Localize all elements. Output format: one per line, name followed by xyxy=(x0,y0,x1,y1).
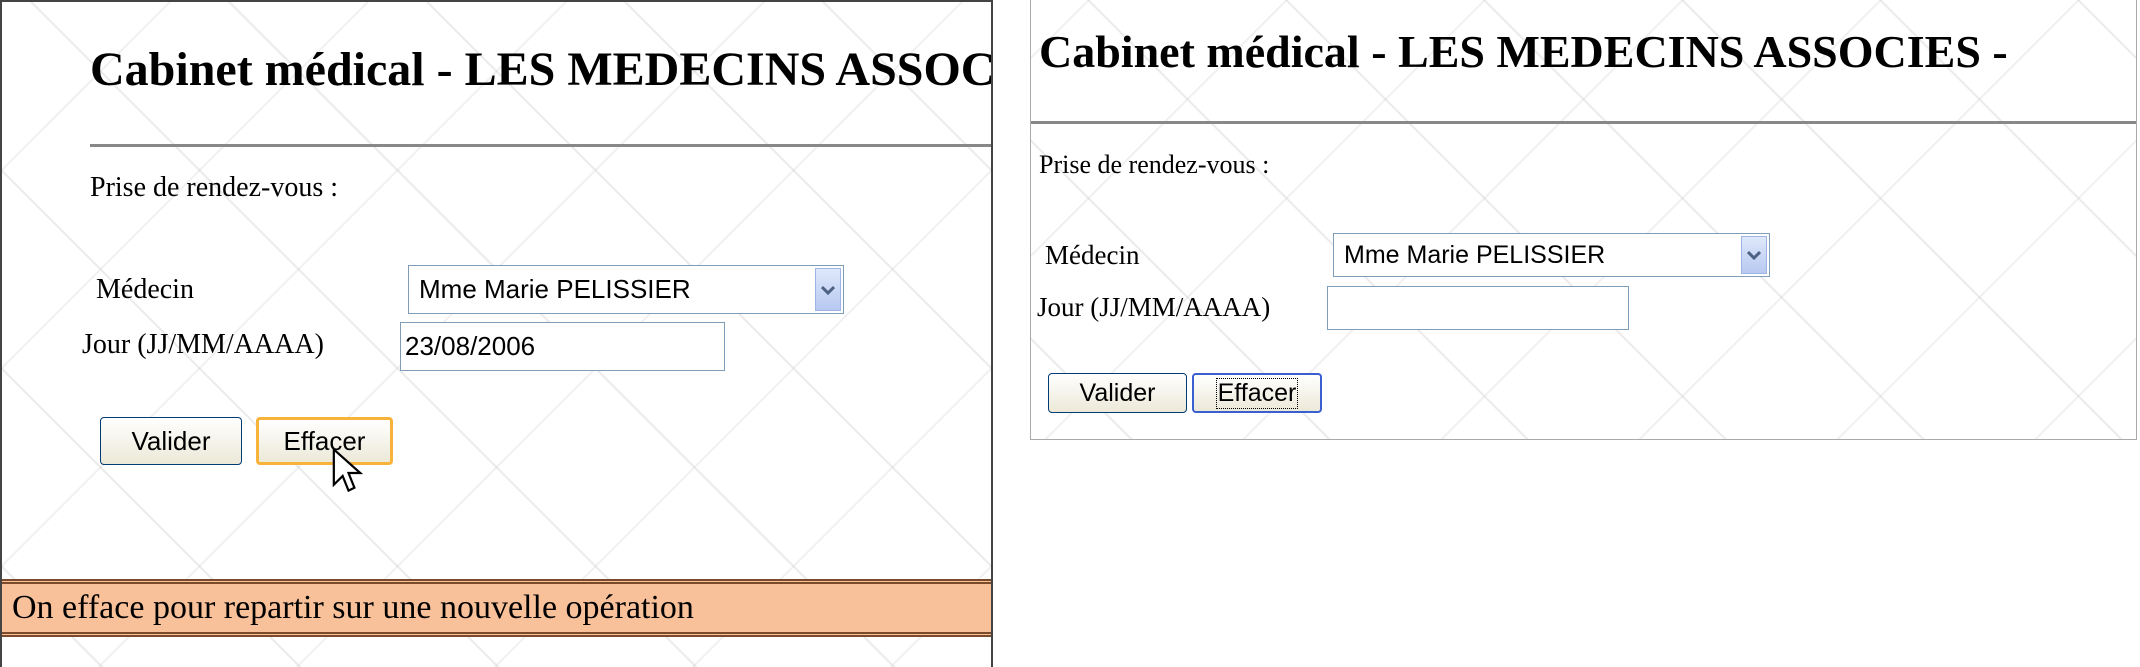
valider-button-label: Valider xyxy=(131,425,211,456)
medecin-select-value: Mme Marie PELISSIER xyxy=(1344,240,1606,269)
caption-bar: On efface pour repartir sur une nouvelle… xyxy=(2,579,991,637)
jour-label: Jour (JJ/MM/AAAA) xyxy=(82,329,324,360)
title-divider xyxy=(90,144,991,147)
right-screenshot-panel: Cabinet médical - LES MEDECINS ASSOCIES … xyxy=(1030,0,2137,440)
section-label: Prise de rendez-vous : xyxy=(90,172,339,203)
jour-input[interactable]: 23/08/2006 xyxy=(400,322,725,371)
mouse-pointer-icon xyxy=(332,448,364,493)
effacer-button[interactable]: Effacer xyxy=(256,417,393,465)
page-title: Cabinet médical - LES MEDECINS ASSOCIES … xyxy=(90,43,993,96)
medecin-select[interactable]: Mme Marie PELISSIER xyxy=(1333,233,1770,277)
chevron-down-icon[interactable] xyxy=(1741,236,1767,274)
caption-text: On efface pour repartir sur une nouvelle… xyxy=(12,589,694,626)
valider-button[interactable]: Valider xyxy=(1048,373,1187,413)
medecin-label: Médecin xyxy=(1045,240,1140,270)
title-divider xyxy=(1031,121,2136,124)
jour-input[interactable] xyxy=(1327,286,1629,330)
section-label: Prise de rendez-vous : xyxy=(1039,150,1270,179)
effacer-button-label: Effacer xyxy=(1215,377,1299,409)
effacer-button[interactable]: Effacer xyxy=(1192,373,1322,413)
valider-button-label: Valider xyxy=(1079,378,1156,407)
jour-label: Jour (JJ/MM/AAAA) xyxy=(1037,292,1271,322)
medecin-select[interactable]: Mme Marie PELISSIER xyxy=(408,265,844,314)
chevron-down-icon[interactable] xyxy=(815,268,841,311)
left-screenshot-panel: Cabinet médical - LES MEDECINS ASSOCIES … xyxy=(0,0,993,667)
page-title: Cabinet médical - LES MEDECINS ASSOCIES … xyxy=(1039,26,2008,77)
medecin-select-value: Mme Marie PELISSIER xyxy=(419,274,691,304)
medecin-label: Médecin xyxy=(96,274,194,305)
valider-button[interactable]: Valider xyxy=(100,417,242,465)
